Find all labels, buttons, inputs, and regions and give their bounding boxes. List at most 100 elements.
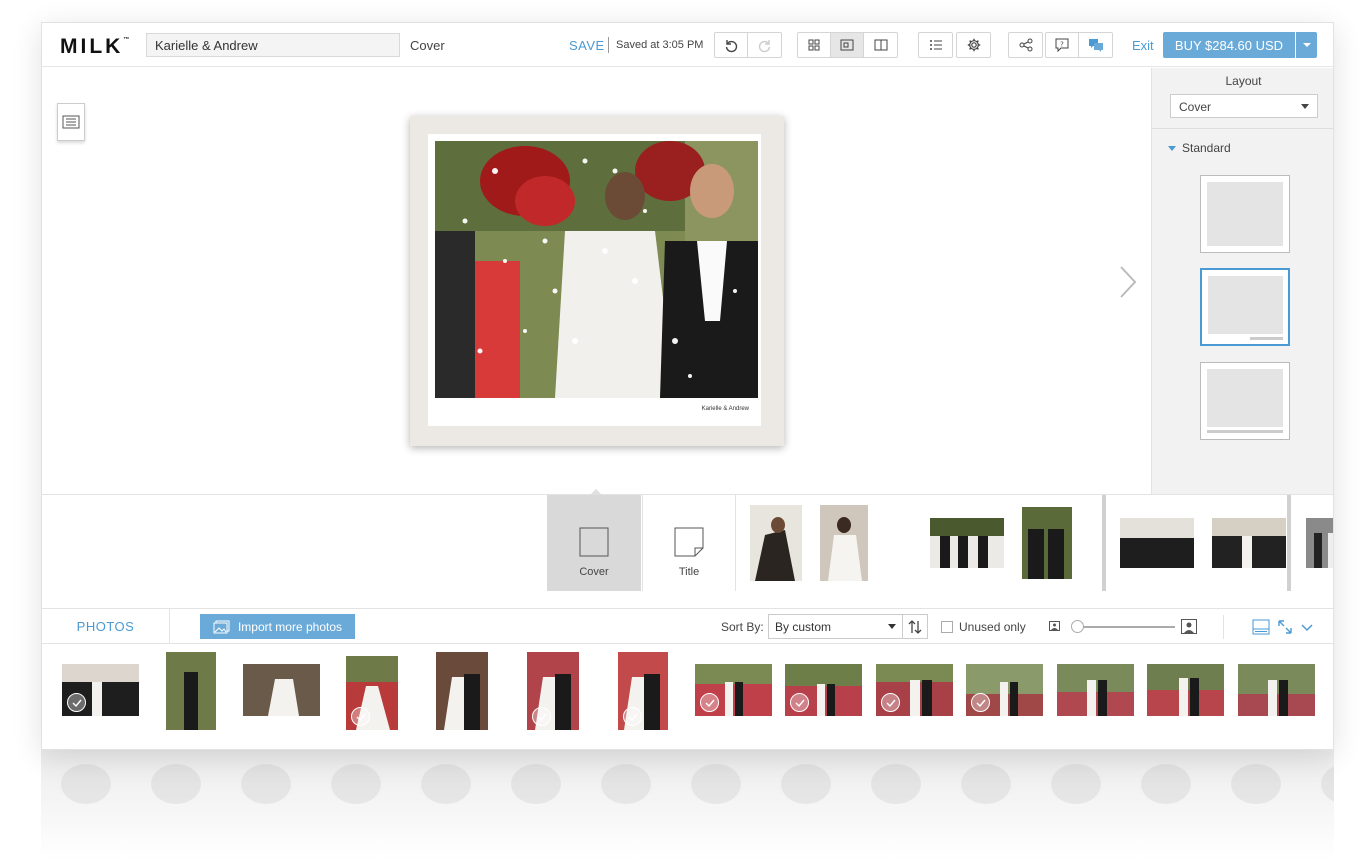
tray-photo[interactable] (1147, 664, 1224, 716)
standard-section-toggle[interactable]: Standard (1168, 141, 1231, 155)
top-toolbar: MILK™ Cover SAVE Saved at 3:05 PM (42, 23, 1333, 67)
sort-arrows-icon (908, 619, 922, 634)
saved-status: Saved at 3:05 PM (616, 39, 704, 51)
toolbar-separator (1223, 615, 1224, 639)
page-spread-1[interactable] (736, 495, 882, 591)
spread-view-button[interactable] (864, 33, 897, 57)
expand-triangle-icon (1168, 146, 1176, 152)
import-photos-label: Import more photos (237, 619, 343, 634)
page-view-button[interactable] (831, 33, 864, 57)
tray-photo[interactable] (346, 656, 398, 730)
layout-select[interactable]: Cover (1170, 94, 1318, 118)
photos-tab[interactable]: PHOTOS (42, 609, 170, 643)
tray-photo[interactable] (166, 652, 216, 730)
save-separator (608, 37, 609, 53)
tray-photo[interactable] (527, 652, 579, 730)
wedding-photo-image (435, 141, 758, 398)
share-group (1008, 32, 1043, 58)
spread-thumb (1306, 518, 1333, 568)
page-notes-button[interactable] (57, 103, 85, 141)
spread-thumb (1022, 507, 1072, 579)
unused-only-checkbox[interactable] (941, 621, 953, 633)
tray-photo[interactable] (785, 664, 862, 716)
caret-down-icon (1301, 104, 1309, 109)
help-button[interactable]: ? (1046, 33, 1079, 57)
project-title-input[interactable] (146, 33, 400, 57)
used-check-icon (881, 693, 900, 712)
redo-button[interactable] (748, 33, 781, 57)
grid-icon (808, 39, 820, 51)
editor-canvas: Karielle & Andrew (42, 68, 1151, 494)
buy-button[interactable]: BUY $284.60 USD (1163, 32, 1295, 58)
page-tile-cover[interactable]: Cover (547, 495, 641, 591)
spread-thumb (1120, 518, 1194, 568)
milk-logo[interactable]: MILK™ (60, 35, 129, 59)
page-spread-3[interactable] (1106, 495, 1300, 591)
comments-button[interactable] (1079, 33, 1112, 57)
unused-only-label[interactable]: Unused only (959, 620, 1026, 634)
tray-layout-icon[interactable] (1252, 618, 1270, 636)
tray-photo[interactable] (876, 664, 953, 716)
page-tile-label: Title (678, 566, 700, 578)
share-button[interactable] (1009, 33, 1042, 57)
sort-select[interactable]: By custom (768, 614, 903, 639)
cover-page-icon (579, 527, 609, 557)
page-spread-4[interactable] (1292, 495, 1333, 591)
expand-icon[interactable] (1276, 618, 1294, 636)
undo-button[interactable] (715, 33, 748, 57)
list-group (918, 32, 953, 58)
tray-photo[interactable] (1238, 664, 1315, 716)
settings-button[interactable] (957, 33, 990, 57)
spread-thumb (820, 505, 868, 581)
settings-group (956, 32, 991, 58)
feedback-group: ? (1045, 32, 1113, 58)
comments-icon (1088, 39, 1103, 52)
thumbnail-size-slider-track[interactable] (1075, 626, 1175, 628)
tray-photo[interactable] (695, 664, 772, 716)
next-page-arrow-icon[interactable] (1118, 264, 1138, 300)
list-view-button[interactable] (919, 33, 952, 57)
redo-icon (758, 40, 770, 53)
sort-select-value: By custom (775, 620, 832, 634)
used-check-icon (971, 693, 990, 712)
used-check-icon (351, 707, 370, 726)
import-photos-button[interactable]: Import more photos (200, 614, 355, 639)
layout-option-full[interactable] (1200, 175, 1290, 253)
tray-photo[interactable] (62, 664, 139, 716)
page-spread-2[interactable] (916, 495, 1086, 591)
album-editor-window: MILK™ Cover SAVE Saved at 3:05 PM (41, 22, 1334, 750)
help-bubble-icon: ? (1055, 38, 1069, 53)
cover-photo[interactable] (435, 141, 758, 398)
thumbnail-size-slider-knob[interactable] (1071, 620, 1084, 633)
exit-button[interactable]: Exit (1132, 38, 1154, 53)
tray-photo[interactable] (966, 664, 1043, 716)
photo-tray (42, 644, 1333, 749)
layout-option-caption[interactable] (1200, 268, 1290, 346)
album-caption[interactable]: Karielle & Andrew (702, 406, 749, 412)
caret-down-icon (888, 624, 896, 629)
small-thumbnail-icon[interactable] (1049, 621, 1060, 631)
used-check-icon (67, 693, 86, 712)
used-check-icon (623, 707, 642, 726)
tray-photo[interactable] (243, 664, 320, 716)
image-icon (213, 620, 230, 633)
used-check-icon (790, 693, 809, 712)
buy-options-dropdown[interactable] (1296, 32, 1317, 58)
cover-page: Karielle & Andrew (428, 134, 761, 426)
grid-view-button[interactable] (798, 33, 831, 57)
layout-heading: Layout (1225, 74, 1262, 88)
sort-direction-button[interactable] (902, 614, 928, 639)
tray-photo[interactable] (618, 652, 668, 730)
current-page-label: Cover (410, 38, 445, 53)
tray-photo[interactable] (436, 652, 488, 730)
share-icon (1019, 38, 1032, 52)
chevron-down-icon[interactable] (1298, 618, 1316, 636)
album-cover[interactable]: Karielle & Andrew (410, 116, 784, 446)
page-tile-title[interactable]: Title (642, 495, 736, 591)
layout-option-banner[interactable] (1200, 362, 1290, 440)
used-check-icon (532, 707, 551, 726)
save-button[interactable]: SAVE (569, 38, 605, 53)
page-tile-label: Cover (579, 566, 609, 578)
tray-photo[interactable] (1057, 664, 1134, 716)
large-thumbnail-icon[interactable] (1181, 619, 1197, 634)
